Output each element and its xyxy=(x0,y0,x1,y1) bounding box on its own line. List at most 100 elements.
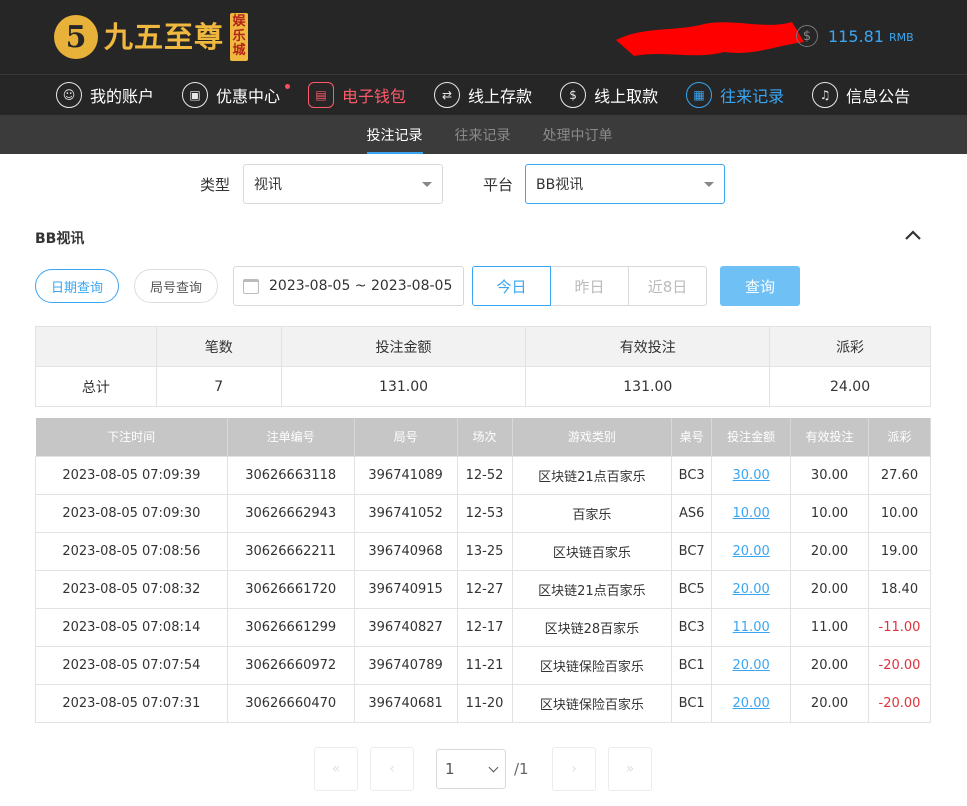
yesterday-button[interactable]: 昨日 xyxy=(550,266,629,306)
table-cell: BC1 xyxy=(671,645,713,685)
type-select[interactable]: 视讯 xyxy=(243,164,443,204)
notification-dot xyxy=(285,84,291,89)
table-cell: 30626662943 xyxy=(226,493,355,533)
table-cell: 18.40 xyxy=(867,569,932,609)
date-range-input[interactable]: 2023-08-05 ~ 2023-08-05 xyxy=(233,266,464,306)
table-cell: 区块链百家乐 xyxy=(511,531,673,571)
wallet-icon: ▤ xyxy=(308,82,335,108)
platform-select-value: BB视讯 xyxy=(536,177,584,193)
summary-cell: 131.00 xyxy=(525,366,771,407)
table-cell: 396740681 xyxy=(353,683,458,723)
chevron-up-icon[interactable] xyxy=(904,228,922,242)
date-query-button[interactable]: 日期查询 xyxy=(35,269,119,303)
nav-label: 线上取款 xyxy=(594,87,659,106)
summary-table: 笔数 投注金额 有效投注 派彩 总计 7 131.00 131.00 24.00 xyxy=(35,326,931,407)
table-cell: 20.00 xyxy=(711,569,792,609)
table-cell: 12-53 xyxy=(456,493,513,533)
platform-label: 平台 xyxy=(483,176,514,194)
nav-records[interactable]: ▦ 往来记录 xyxy=(686,75,784,115)
type-label: 类型 xyxy=(200,176,231,194)
balance-display: $ 115.81 RMB xyxy=(796,25,914,47)
date-range-value: 2023-08-05 ~ 2023-08-05 xyxy=(269,278,453,294)
nav-label: 电子钱包 xyxy=(342,87,407,106)
column-header: 游戏类别 xyxy=(512,418,673,456)
bet-records-table: 下注时间 注单编号 局号 场次 游戏类别 桌号 投注金额 有效投注 派彩 202… xyxy=(35,418,932,723)
next-page-button[interactable]: › xyxy=(552,747,596,791)
quick-date-group: 今日 昨日 近8日 xyxy=(472,266,707,306)
gift-icon: ▣ xyxy=(182,82,209,108)
column-header: 下注时间 xyxy=(35,418,228,456)
nav-label: 优惠中心 xyxy=(216,87,281,106)
table-cell: 19.00 xyxy=(867,531,932,571)
bet-amount-link[interactable]: 20.00 xyxy=(733,696,770,711)
round-query-button[interactable]: 局号查询 xyxy=(134,269,218,303)
tab-pending-orders[interactable]: 处理中订单 xyxy=(527,115,629,154)
summary-cell: 24.00 xyxy=(769,366,931,407)
user-icon: ☺ xyxy=(56,82,82,108)
platform-select[interactable]: BB视讯 xyxy=(525,164,725,204)
bet-amount-link[interactable]: 20.00 xyxy=(733,544,770,559)
table-cell: BC5 xyxy=(671,569,713,609)
table-row: 2023-08-05 07:07:31 30626660470 396740681 1… xyxy=(35,683,932,723)
records-body: 2023-08-05 07:09:39 30626663118 396741089 1… xyxy=(35,455,932,723)
bet-amount-link[interactable]: 11.00 xyxy=(733,620,770,635)
tab-transaction-records[interactable]: 往来记录 xyxy=(439,115,527,154)
nav-label: 往来记录 xyxy=(720,87,785,106)
last-page-button[interactable]: » xyxy=(608,747,652,791)
table-cell: 11-21 xyxy=(456,645,513,685)
column-header: 有效投注 xyxy=(790,418,869,456)
table-cell: 12-27 xyxy=(456,569,513,609)
summary-cell: 131.00 xyxy=(280,366,527,407)
nav-online-withdraw[interactable]: $ 线上取款 xyxy=(560,75,658,115)
logo-badge-char: 城 xyxy=(232,43,246,59)
table-cell: 2023-08-05 07:08:56 xyxy=(35,531,228,571)
nav-my-account[interactable]: ☺ 我的账户 xyxy=(56,75,154,115)
table-cell: 396741052 xyxy=(353,493,458,533)
table-cell: -20.00 xyxy=(867,683,932,723)
caret-down-icon xyxy=(704,182,714,187)
filter-row: 类型 视讯 平台 BB视讯 xyxy=(0,164,967,204)
nav-e-wallet[interactable]: ▤ 电子钱包 xyxy=(308,75,406,115)
table-cell: -11.00 xyxy=(867,607,932,647)
records-header-row: 下注时间 注单编号 局号 场次 游戏类别 桌号 投注金额 有效投注 派彩 xyxy=(35,418,932,456)
table-row: 2023-08-05 07:08:32 30626661720 396740915 1… xyxy=(35,569,932,609)
brand-logo[interactable]: 5 九五至尊 娱 乐 城 xyxy=(54,10,249,64)
summary-header-cell xyxy=(35,326,157,367)
nav-promotions[interactable]: ▣ 优惠中心 xyxy=(182,75,291,115)
today-button[interactable]: 今日 xyxy=(472,266,551,306)
bet-amount-link[interactable]: 20.00 xyxy=(733,582,770,597)
summary-header-cell: 笔数 xyxy=(155,326,282,367)
search-button[interactable]: 查询 xyxy=(720,266,800,306)
nav-label: 信息公告 xyxy=(846,87,911,106)
logo-badge: 娱 乐 城 xyxy=(230,13,249,61)
nav-online-deposit[interactable]: ⇄ 线上存款 xyxy=(434,75,532,115)
table-cell: AS6 xyxy=(671,493,713,533)
page-select[interactable]: 1 xyxy=(436,749,506,789)
table-row: 2023-08-05 07:07:54 30626660972 396740789 1… xyxy=(35,645,932,685)
column-header: 局号 xyxy=(354,418,458,456)
summary-cell: 总计 xyxy=(35,366,157,407)
table-cell: 396740827 xyxy=(353,607,458,647)
bet-amount-link[interactable]: 20.00 xyxy=(733,658,770,673)
tab-bet-records[interactable]: 投注记录 xyxy=(351,115,439,154)
caret-down-icon xyxy=(422,182,432,187)
prev-page-button[interactable]: ‹ xyxy=(370,747,414,791)
first-page-button[interactable]: « xyxy=(314,747,358,791)
summary-header-cell: 投注金额 xyxy=(280,326,527,367)
bet-amount-link[interactable]: 30.00 xyxy=(733,468,770,483)
last-8-days-button[interactable]: 近8日 xyxy=(628,266,707,306)
table-row: 2023-08-05 07:08:56 30626662211 396740968 1… xyxy=(35,531,932,571)
table-cell: 12-52 xyxy=(456,455,513,495)
table-cell: 27.60 xyxy=(867,455,932,495)
table-cell: 11-20 xyxy=(456,683,513,723)
calendar-icon xyxy=(243,278,259,294)
column-header: 投注金额 xyxy=(711,418,792,456)
nav-announcements[interactable]: ♫ 信息公告 xyxy=(812,75,910,115)
table-cell: 11.00 xyxy=(711,607,792,647)
bet-amount-link[interactable]: 10.00 xyxy=(733,506,770,521)
sub-nav: 投注记录 往来记录 处理中订单 xyxy=(0,115,967,154)
table-cell: 30626662211 xyxy=(226,531,355,571)
coin-icon: $ xyxy=(796,25,818,47)
table-cell: 10.00 xyxy=(790,493,869,533)
table-cell: 20.00 xyxy=(711,683,792,723)
